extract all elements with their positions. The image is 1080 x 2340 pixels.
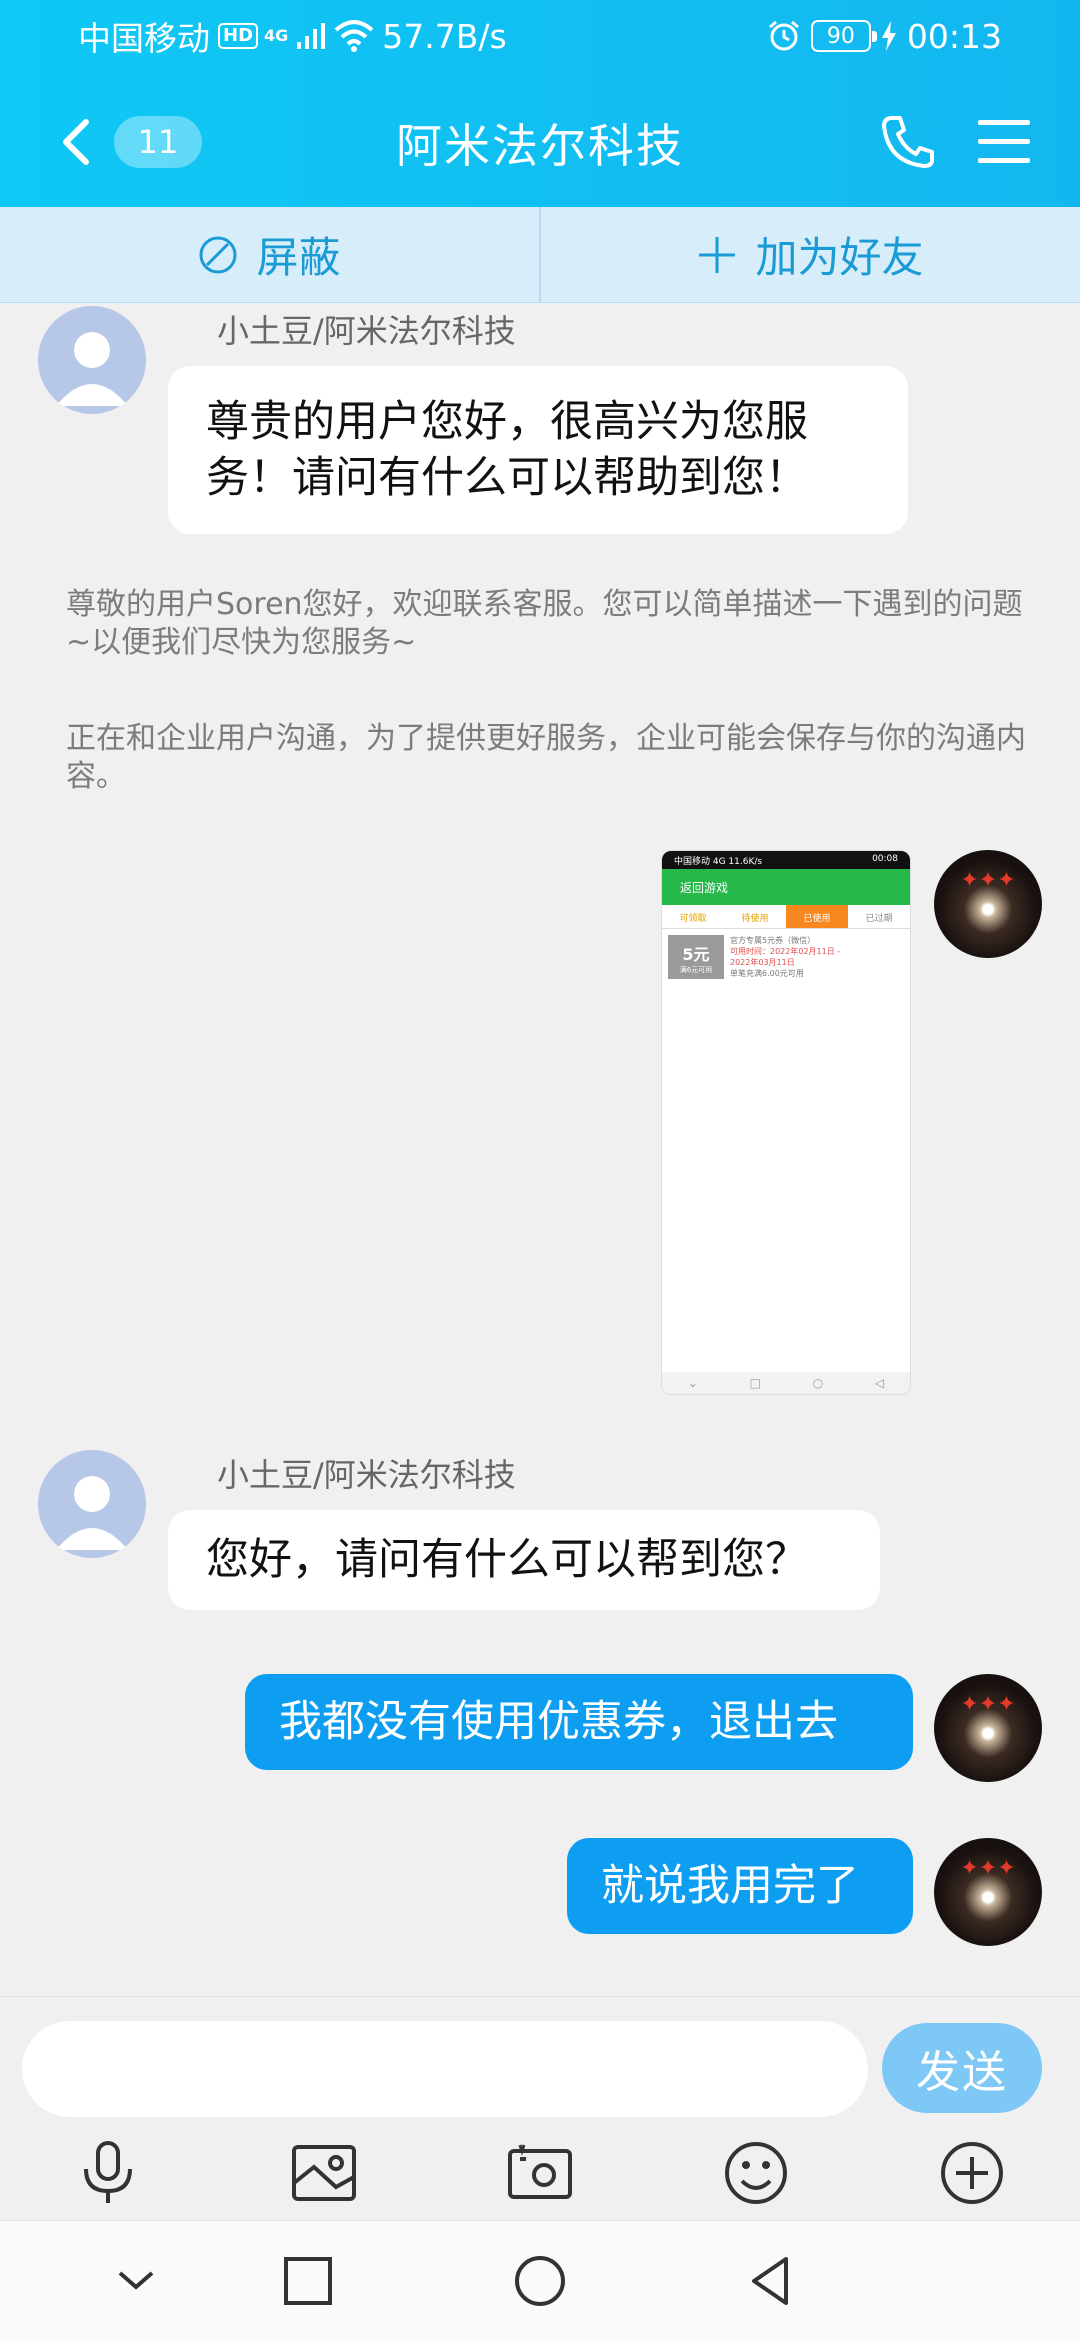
user-avatar[interactable]: ✦✦✦ — [934, 850, 1042, 958]
charging-icon — [881, 21, 896, 51]
block-icon — [199, 236, 237, 273]
hd-badge: HD — [218, 23, 259, 49]
system-note: 正在和企业用户沟通，为了提供更好服务，企业可能会保存与你的沟通内容。 — [66, 721, 1026, 794]
phone-icon[interactable] — [878, 112, 938, 172]
message-bubble-incoming[interactable]: 您好，请问有什么可以帮到您？ — [168, 1510, 880, 1610]
thumb-header: 返回游戏 — [662, 869, 910, 905]
thumb-coupon-rule: 单笔充满6.00元可用 — [730, 969, 804, 978]
thumb-coupon-amount: 5元 满6元可用 — [668, 935, 724, 979]
plus-icon — [699, 236, 736, 273]
thumb-tabs: 可领取 待使用 已使用 已过期 — [662, 905, 910, 929]
message-bubble-outgoing[interactable]: 就说我用完了 — [567, 1838, 913, 1934]
carrier-label: 中国移动 — [78, 19, 210, 58]
network-type: 4G — [264, 26, 289, 45]
message-bubble-outgoing[interactable]: 我都没有使用优惠券，退出去 — [245, 1674, 913, 1770]
add-friend-button[interactable]: 加为好友 — [539, 207, 1080, 302]
input-area: 发送 — [0, 1996, 1080, 2220]
user-avatar[interactable]: ✦✦✦ — [934, 1674, 1042, 1782]
app-header: 中国移动 HD 4G 57.7B/s 90 00:13 11 阿米法尔科技 — [0, 0, 1080, 207]
thumb-tab: 已过期 — [865, 914, 893, 924]
thumb-nav-back-icon: ◁ — [874, 1376, 885, 1390]
thumb-back-label: 返回游戏 — [680, 881, 729, 895]
recents-icon[interactable] — [278, 2251, 338, 2311]
thumb-coupon-date: 可用时间：2022年02月11日 - — [730, 947, 841, 956]
collapse-icon[interactable] — [106, 2251, 166, 2311]
message-input[interactable] — [22, 2021, 868, 2117]
thumb-tab: 已使用 — [786, 905, 848, 928]
thumb-nav-collapse-icon: ⌄ — [687, 1376, 698, 1390]
plus-circle-icon[interactable] — [936, 2137, 1008, 2209]
thumb-status-right: 00:08 — [872, 854, 898, 864]
action-bar: 屏蔽 加为好友 — [0, 207, 1080, 303]
network-speed: 57.7B/s — [382, 16, 507, 56]
alarm-icon — [768, 20, 799, 51]
avatar-decoration: ✦✦✦ — [960, 868, 1016, 893]
signal-icon — [297, 23, 326, 49]
add-friend-label: 加为好友 — [755, 233, 924, 282]
message-bubble-incoming[interactable]: 尊贵的用户您好，很高兴为您服 务！请问有什么可以帮助到您！ — [168, 366, 908, 534]
message-text-line1: 尊贵的用户您好，很高兴为您服 — [206, 397, 808, 447]
thumb-tab: 可领取 — [679, 914, 707, 924]
status-bar: 中国移动 HD 4G 57.7B/s 90 00:13 — [0, 0, 1080, 72]
clock: 00:13 — [906, 16, 1002, 56]
camera-icon[interactable] — [504, 2137, 576, 2209]
thumb-nav-bar: ⌄ □ ○ ◁ — [662, 1372, 910, 1394]
system-nav-bar — [0, 2220, 1080, 2340]
battery-level: 90 — [826, 23, 855, 49]
thumb-amount-value: 5元 — [682, 945, 710, 964]
image-icon[interactable] — [288, 2137, 360, 2209]
sender-name: 小土豆/阿米法尔科技 — [217, 1456, 516, 1494]
thumb-coupon-date2: 2022年03月11日 — [730, 958, 795, 967]
back-triangle-icon[interactable] — [742, 2251, 802, 2311]
agent-avatar[interactable] — [38, 306, 146, 414]
thumb-nav-recents-icon: □ — [749, 1376, 761, 1390]
system-note: 尊敬的用户Soren您好，欢迎联系客服。您可以简单描述一下遇到的问题~以便我们尽… — [66, 587, 1023, 660]
thumb-tab: 待使用 — [741, 914, 769, 924]
message-text: 您好，请问有什么可以帮到您？ — [206, 1535, 808, 1585]
thumb-status-bar: 中国移动 4G 11.6K/s 00:08 — [662, 851, 910, 869]
status-left: 中国移动 HD 4G 57.7B/s — [78, 14, 507, 59]
avatar-decoration: ✦✦✦ — [960, 1692, 1016, 1717]
microphone-icon[interactable] — [72, 2137, 144, 2209]
message-text: 就说我用完了 — [601, 1861, 859, 1911]
thumb-coupon-title: 官方专属5元券（微信） — [730, 936, 816, 945]
thumb-coupon-card: 5元 满6元可用 官方专属5元券（微信） 可用时间：2022年02月11日 - … — [668, 935, 904, 979]
agent-avatar[interactable] — [38, 1450, 146, 1558]
default-avatar-icon — [56, 1476, 128, 1550]
block-label: 屏蔽 — [256, 233, 341, 282]
thumb-coupon-info: 官方专属5元券（微信） 可用时间：2022年02月11日 - 2022年03月1… — [724, 935, 904, 979]
block-button[interactable]: 屏蔽 — [0, 207, 539, 302]
sender-name: 小土豆/阿米法尔科技 — [217, 312, 516, 350]
default-avatar-icon — [56, 332, 128, 406]
home-icon[interactable] — [510, 2251, 570, 2311]
thumb-status-left: 中国移动 4G 11.6K/s — [674, 857, 763, 867]
title-bar: 11 阿米法尔科技 — [0, 72, 1080, 207]
thumb-amount-sub: 满6元可用 — [679, 966, 713, 974]
thumb-nav-home-icon: ○ — [812, 1376, 824, 1390]
message-text: 我都没有使用优惠券，退出去 — [279, 1697, 838, 1747]
avatar-decoration: ✦✦✦ — [960, 1856, 1016, 1881]
emoji-icon[interactable] — [720, 2137, 792, 2209]
menu-icon[interactable] — [976, 116, 1032, 168]
screenshot-message[interactable]: 中国移动 4G 11.6K/s 00:08 返回游戏 可领取 待使用 已使用 已… — [661, 850, 911, 1395]
user-avatar[interactable]: ✦✦✦ — [934, 1838, 1042, 1946]
wifi-icon — [334, 20, 374, 52]
status-right: 90 00:13 — [767, 14, 1002, 58]
message-text-line2: 务！请问有什么可以帮助到您！ — [206, 453, 808, 503]
battery-indicator: 90 — [810, 20, 877, 52]
send-button[interactable]: 发送 — [882, 2023, 1042, 2113]
